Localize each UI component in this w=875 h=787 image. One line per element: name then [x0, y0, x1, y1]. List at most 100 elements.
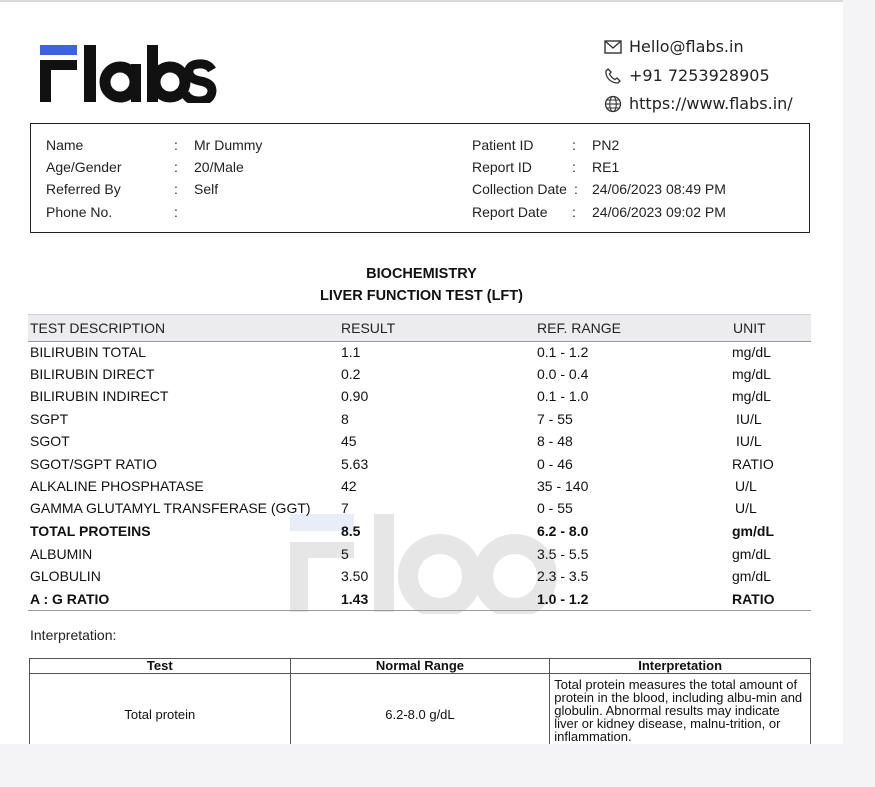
result-cell: 7	[341, 500, 349, 516]
website-link[interactable]: https://www.flabs.in/	[629, 94, 793, 113]
report-id-colon: :	[572, 159, 576, 175]
interpretation-table: Test Normal Range Interpretation Total p…	[29, 658, 811, 744]
unit-cell: mg/dL	[732, 388, 771, 404]
result-cell: 1.43	[341, 591, 369, 607]
ref-range-cell: 0.1 - 1.2	[537, 344, 589, 360]
test-name-cell: SGOT/SGPT RATIO	[30, 456, 158, 472]
name-value: Mr Dummy	[194, 137, 263, 153]
flabs-logo	[40, 45, 217, 103]
ref-range-cell: 8 - 48	[537, 433, 573, 449]
interp-col-range: Normal Range	[289, 658, 551, 674]
col-test-description: TEST DESCRIPTION	[30, 320, 166, 336]
test-name-cell: BILIRUBIN TOTAL	[30, 344, 146, 360]
phone-colon: :	[174, 204, 178, 220]
table-row: ALKALINE PHOSPHATASE 42 35 - 140 U/L	[28, 478, 811, 500]
contact-email: Hello@flabs.in	[604, 37, 744, 56]
result-cell: 42	[341, 478, 357, 494]
age-gender-colon: :	[174, 159, 178, 175]
result-cell: 1.1	[341, 344, 361, 360]
results-table-header: TEST DESCRIPTION RESULT REF. RANGE UNIT	[28, 314, 811, 342]
collection-date-colon: :	[574, 181, 578, 197]
ref-range-cell: 0.1 - 1.0	[537, 388, 589, 404]
patient-id-colon: :	[572, 137, 576, 153]
table-row: SGPT 8 7 - 55 IU/L	[28, 411, 811, 433]
department-title: BIOCHEMISTRY	[366, 266, 477, 282]
interp-test-cell: Total protein	[29, 673, 291, 744]
test-name-cell: GLOBULIN	[30, 568, 101, 584]
referred-by-value: Self	[194, 181, 219, 197]
test-name-cell: ALKALINE PHOSPHATASE	[30, 478, 204, 494]
unit-cell: gm/dL	[732, 568, 771, 584]
interp-range-cell: 6.2-8.0 g/dL	[289, 673, 551, 744]
unit-cell: U/L	[735, 478, 757, 494]
name-colon: :	[174, 137, 178, 153]
col-ref-range: REF. RANGE	[537, 320, 622, 336]
table-row: ALBUMIN 5 3.5 - 5.5 gm/dL	[28, 546, 811, 568]
interp-col-test: Test	[29, 658, 291, 674]
age-gender-value: 20/Male	[194, 159, 244, 175]
table-bottom-rule	[28, 610, 811, 611]
ref-range-cell: 6.2 - 8.0	[537, 523, 589, 539]
table-row: BILIRUBIN TOTAL 1.1 0.1 - 1.2 mg/dL	[28, 344, 811, 366]
unit-cell: U/L	[735, 500, 757, 516]
ref-range-cell: 0.0 - 0.4	[537, 366, 589, 382]
patient-id-label: Patient ID	[472, 137, 534, 153]
globe-icon	[604, 95, 622, 112]
collection-date-value: 24/06/2023 08:49 PM	[592, 181, 726, 197]
report-id-value: RE1	[592, 159, 620, 175]
result-cell: 8	[341, 411, 349, 427]
contact-website: https://www.flabs.in/	[604, 94, 793, 113]
table-row: BILIRUBIN INDIRECT 0.90 0.1 - 1.0 mg/dL	[28, 388, 811, 410]
result-cell: 8.5	[341, 523, 361, 539]
table-row: TOTAL PROTEINS 8.5 6.2 - 8.0 gm/dL	[28, 523, 811, 545]
ref-range-cell: 2.3 - 3.5	[537, 568, 589, 584]
unit-cell: IU/L	[736, 411, 762, 427]
test-name-cell: BILIRUBIN DIRECT	[30, 366, 155, 382]
interpretation-header-row: Test Normal Range Interpretation	[29, 658, 811, 674]
report-id-label: Report ID	[472, 159, 532, 175]
referred-by-label: Referred By	[46, 181, 121, 197]
interp-text-cell: Total protein measures the total amount …	[549, 673, 811, 744]
name-label: Name	[46, 137, 84, 153]
ref-range-cell: 35 - 140	[537, 478, 589, 494]
table-row: GAMMA GLUTAMYL TRANSFERASE (GGT) 7 0 - 55 U…	[28, 500, 811, 522]
col-unit: UNIT	[733, 320, 766, 336]
unit-cell: mg/dL	[732, 366, 771, 382]
patient-id-value: PN2	[592, 137, 620, 153]
ref-range-cell: 7 - 55	[537, 411, 573, 427]
ref-range-cell: 0 - 46	[537, 456, 573, 472]
table-row: GLOBULIN 3.50 2.3 - 3.5 gm/dL	[28, 568, 811, 590]
ref-range-cell: 1.0 - 1.2	[537, 591, 589, 607]
report-page: Hello@flabs.in +91 7253928905 https://ww…	[0, 0, 843, 744]
ref-range-cell: 0 - 55	[537, 500, 573, 516]
age-gender-label: Age/Gender	[46, 159, 122, 175]
phone-label: Phone No.	[46, 204, 113, 220]
referred-by-colon: :	[174, 181, 178, 197]
report-date-colon: :	[572, 204, 576, 220]
result-cell: 0.90	[341, 388, 369, 404]
email-text: Hello@flabs.in	[629, 37, 744, 56]
test-name-cell: SGPT	[30, 411, 69, 427]
result-cell: 5	[341, 546, 349, 562]
ref-range-cell: 3.5 - 5.5	[537, 546, 589, 562]
interp-col-interpretation: Interpretation	[549, 658, 811, 674]
test-name-cell: TOTAL PROTEINS	[30, 523, 151, 539]
patient-info-box: Name : Mr Dummy Age/Gender : 20/Male Ref…	[30, 123, 810, 233]
unit-cell: RATIO	[732, 591, 775, 607]
test-name-cell: GAMMA GLUTAMYL TRANSFERASE (GGT)	[30, 500, 311, 516]
phone-icon	[605, 67, 621, 84]
unit-cell: mg/dL	[732, 344, 771, 360]
interpretation-label: Interpretation:	[30, 627, 117, 643]
col-result: RESULT	[341, 320, 396, 336]
test-name-cell: BILIRUBIN INDIRECT	[30, 388, 169, 404]
result-cell: 5.63	[341, 456, 369, 472]
interpretation-row: Total protein 6.2-8.0 g/dL Total protein…	[29, 673, 811, 744]
test-title: LIVER FUNCTION TEST (LFT)	[320, 288, 523, 304]
contact-phone: +91 7253928905	[604, 66, 770, 85]
report-date-value: 24/06/2023 09:02 PM	[592, 204, 726, 220]
unit-cell: gm/dL	[732, 546, 771, 562]
test-name-cell: A : G RATIO	[30, 591, 110, 607]
unit-cell: RATIO	[732, 456, 774, 472]
result-cell: 45	[341, 433, 357, 449]
table-row: BILIRUBIN DIRECT 0.2 0.0 - 0.4 mg/dL	[28, 366, 811, 388]
